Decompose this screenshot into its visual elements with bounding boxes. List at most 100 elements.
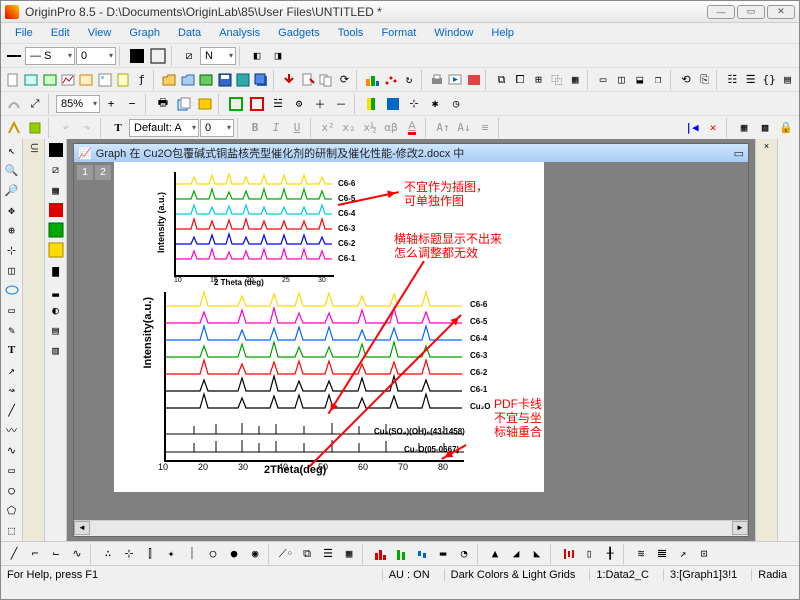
- data-reader-tool[interactable]: ⊕: [3, 221, 21, 239]
- project-explorer-tab[interactable]: UI: [23, 139, 45, 541]
- zoom-in-tool[interactable]: 🔍: [3, 161, 21, 179]
- zoom-out-btn[interactable]: −: [122, 94, 142, 114]
- window-tab-btn[interactable]: ▭: [594, 70, 611, 90]
- open-excel-btn[interactable]: [197, 70, 214, 90]
- extract-btn[interactable]: ⧠: [511, 70, 528, 90]
- copy-page-btn[interactable]: [174, 94, 194, 114]
- reimport-btn[interactable]: ⟳: [336, 70, 353, 90]
- plot-stack-column[interactable]: [391, 544, 411, 564]
- line-style-combo[interactable]: — S: [25, 47, 75, 65]
- graph-window[interactable]: 📈 Graph 在 Cu2O包覆碱式铜盐核壳型催化剂的研制及催化性能-修改2.d…: [73, 143, 749, 537]
- color-palette[interactable]: ▦: [47, 181, 65, 199]
- text-tool[interactable]: T: [3, 341, 21, 359]
- color-green[interactable]: [47, 221, 65, 239]
- font-combo[interactable]: Default: A: [129, 119, 199, 137]
- plot-vdrop[interactable]: ⏐: [182, 544, 202, 564]
- pointer-tool[interactable]: ↖: [3, 141, 21, 159]
- arrow-tool[interactable]: ↗: [3, 361, 21, 379]
- import-single-btn[interactable]: [299, 70, 316, 90]
- add-asterisk-btn[interactable]: ✱: [425, 94, 445, 114]
- align-left-btn[interactable]: ≡: [475, 118, 495, 138]
- plot-vector[interactable]: ↗: [673, 544, 693, 564]
- menu-analysis[interactable]: Analysis: [211, 25, 268, 41]
- project-explorer-btn[interactable]: ☷: [724, 70, 741, 90]
- region-object-tool[interactable]: ⬚: [3, 521, 21, 539]
- draw-data-tool[interactable]: ✎: [3, 321, 21, 339]
- superscript-btn[interactable]: x²: [318, 118, 338, 138]
- color-increment[interactable]: ▤: [47, 321, 65, 339]
- add-color-scale-btn[interactable]: [362, 94, 382, 114]
- plot-vstep[interactable]: ⌙: [46, 544, 66, 564]
- plot-bar[interactable]: ▬: [433, 544, 453, 564]
- line-width-combo[interactable]: 0: [76, 47, 116, 65]
- right-tab-panel[interactable]: ×: [755, 139, 777, 541]
- undo-btn[interactable]: ↶: [56, 118, 76, 138]
- text-tool-btn[interactable]: T: [108, 118, 128, 138]
- menu-edit[interactable]: Edit: [43, 25, 78, 41]
- add-xy-scale-btn[interactable]: ⊹: [404, 94, 424, 114]
- mask-btn[interactable]: ▦: [734, 118, 754, 138]
- graph-restore-btn[interactable]: ▭: [734, 147, 744, 160]
- plot-template[interactable]: ⊡: [694, 544, 714, 564]
- import-multi-btn[interactable]: [317, 70, 334, 90]
- marker-none-btn[interactable]: ⧄: [179, 46, 199, 66]
- plot-pie[interactable]: ◔: [454, 544, 474, 564]
- color-black[interactable]: [47, 141, 65, 159]
- menu-help[interactable]: Help: [483, 25, 522, 41]
- cascade-btn[interactable]: ❐: [650, 70, 667, 90]
- refresh-btn[interactable]: ⟲: [677, 70, 694, 90]
- line-tool[interactable]: ╱: [3, 401, 21, 419]
- results-log-btn[interactable]: ☰: [742, 70, 759, 90]
- menu-format[interactable]: Format: [373, 25, 424, 41]
- marker-size-combo[interactable]: N: [200, 47, 236, 65]
- code-builder-btn[interactable]: {}: [760, 70, 777, 90]
- add-cmap-btn[interactable]: [383, 94, 403, 114]
- plot-waterfall[interactable]: 𝌆: [652, 544, 672, 564]
- marker-fill-btn[interactable]: ◨: [268, 46, 288, 66]
- color-red[interactable]: [47, 201, 65, 219]
- plot-line[interactable]: ╱: [4, 544, 24, 564]
- layer-tab-1[interactable]: 1: [77, 165, 93, 180]
- plot-3panel[interactable]: ☰: [318, 544, 338, 564]
- theme-btn[interactable]: [4, 118, 24, 138]
- color-none[interactable]: ⧄: [47, 161, 65, 179]
- maximize-button[interactable]: ▭: [737, 5, 765, 19]
- plot-page[interactable]: Intensity (a.u.) 2 Theta (deg) C6-6C6-5C…: [114, 162, 544, 492]
- plot-scatter[interactable]: ∴: [98, 544, 118, 564]
- color-fill[interactable]: ▆: [47, 261, 65, 279]
- data-selector-tool[interactable]: ◫: [3, 261, 21, 279]
- menu-graph[interactable]: Graph: [121, 25, 168, 41]
- screen-reader-tool[interactable]: ⊹: [3, 241, 21, 259]
- tile-btn[interactable]: ▦: [566, 70, 583, 90]
- layer-tab-2[interactable]: 2: [95, 165, 111, 180]
- plot-ohlc[interactable]: ╂: [600, 544, 620, 564]
- tile-h-btn[interactable]: ⬓: [631, 70, 648, 90]
- color-line[interactable]: ▂: [47, 281, 65, 299]
- plot-4panel[interactable]: ▦: [339, 544, 359, 564]
- mask-tool[interactable]: ▭: [3, 301, 21, 319]
- zoom-combo[interactable]: 85%: [56, 95, 100, 113]
- menu-file[interactable]: File: [7, 25, 41, 41]
- layer-mgmt-btn[interactable]: ☱: [268, 94, 288, 114]
- plot-xyerror[interactable]: ✦: [161, 544, 181, 564]
- font-size-combo[interactable]: 0: [200, 119, 234, 137]
- menu-data[interactable]: Data: [170, 25, 209, 41]
- freehand-tool[interactable]: ∿: [3, 441, 21, 459]
- plot-float-column[interactable]: [412, 544, 432, 564]
- add-plot-btn[interactable]: ＋: [310, 94, 330, 114]
- plot-fill-area[interactable]: ◢: [506, 544, 526, 564]
- plot-column[interactable]: [370, 544, 390, 564]
- m-end-btn[interactable]: ✕: [703, 118, 723, 138]
- rect-tool[interactable]: ▭: [3, 461, 21, 479]
- scatter-btn[interactable]: [382, 70, 399, 90]
- subscript-btn[interactable]: x₂: [339, 118, 359, 138]
- print-btn[interactable]: [428, 70, 445, 90]
- plot-stack-lines[interactable]: ≋: [631, 544, 651, 564]
- menu-tools[interactable]: Tools: [330, 25, 372, 41]
- add-layer-btn[interactable]: ⊞: [530, 70, 547, 90]
- new-matrix-btn[interactable]: [78, 70, 95, 90]
- lock-btn[interactable]: 🔒: [776, 118, 796, 138]
- zoom-in-btn[interactable]: +: [101, 94, 121, 114]
- copy-format-btn[interactable]: [25, 118, 45, 138]
- plot-candle[interactable]: ▯: [579, 544, 599, 564]
